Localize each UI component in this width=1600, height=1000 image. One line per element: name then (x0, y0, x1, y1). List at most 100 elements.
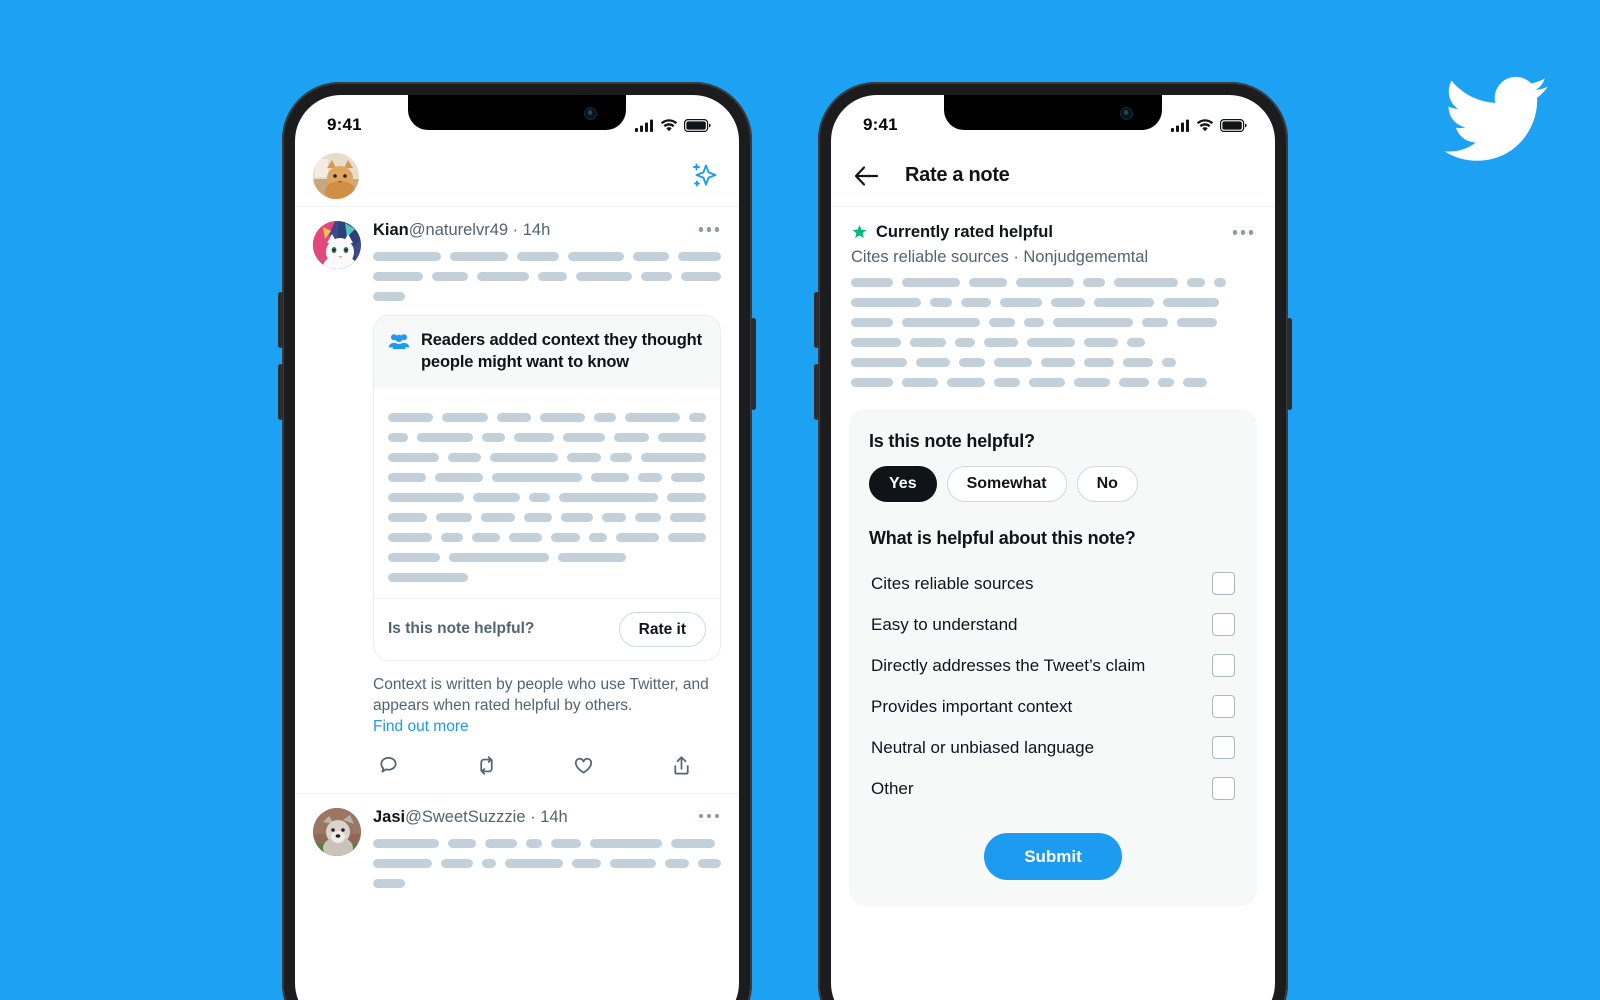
community-note-card[interactable]: Readers added context they thought peopl… (373, 314, 721, 662)
submit-button[interactable]: Submit (984, 833, 1122, 880)
checkbox-label: Directly addresses the Tweet’s claim (871, 655, 1146, 675)
power-button[interactable] (751, 318, 756, 410)
tweet-body: Jasi@SweetSuzzzie · 14h (373, 808, 721, 888)
note-header-title: Readers added context they thought peopl… (421, 330, 702, 371)
volume-down-button[interactable] (814, 364, 819, 420)
user-avatar-cat[interactable] (313, 152, 359, 199)
tweet-separator: · (525, 807, 541, 826)
checkbox-other[interactable] (1212, 777, 1235, 800)
share-icon[interactable] (670, 754, 693, 777)
volume-up-button[interactable] (814, 292, 819, 348)
notch (944, 95, 1162, 130)
tweet-body: Kian@naturelvr49 · 14h Readers added con… (373, 221, 722, 787)
checkbox-row[interactable]: Easy to understand (869, 604, 1237, 645)
app-header (295, 145, 739, 207)
checkbox-row[interactable]: Directly addresses the Tweet’s claim (869, 645, 1237, 686)
notch (408, 95, 626, 130)
tweet-meta: Jasi@SweetSuzzzie · 14h (373, 808, 568, 828)
rating-form-card: Is this note helpful? Yes Somewhat No Wh… (849, 409, 1257, 906)
tweet-item[interactable]: Kian@naturelvr49 · 14h Readers added con… (295, 207, 739, 793)
more-options-icon[interactable] (1231, 224, 1256, 241)
note-card-header: Readers added context they thought peopl… (374, 315, 720, 388)
skeleton-line (388, 552, 706, 562)
tweet-actions (373, 738, 721, 787)
front-camera (1121, 108, 1132, 119)
left-phone-screen: 9:41 Kian@naturelvr49 · 14h Readers adde… (295, 95, 739, 1000)
checkbox-row[interactable]: Cites reliable sources (869, 563, 1237, 604)
skeleton-line (373, 291, 721, 301)
signal-bars-icon (1171, 119, 1190, 132)
tweet-author-name[interactable]: Kian (373, 221, 409, 239)
wifi-icon (1196, 118, 1214, 132)
helpful-option-no[interactable]: No (1076, 466, 1138, 502)
volume-down-button[interactable] (278, 364, 283, 420)
left-phone-device: 9:41 Kian@naturelvr49 · 14h Readers adde… (278, 82, 756, 1000)
volume-up-button[interactable] (278, 292, 283, 348)
skeleton-line (388, 572, 706, 582)
battery-full-icon (684, 118, 711, 132)
community-people-icon (388, 332, 410, 350)
checkbox-provides-important-context[interactable] (1212, 695, 1235, 718)
skeleton-line (373, 858, 721, 868)
status-icons (635, 118, 711, 132)
tweet-author-handle[interactable]: @SweetSuzzzie (405, 808, 525, 826)
checkbox-cites-reliable-sources[interactable] (1212, 572, 1235, 595)
rated-status-row: Currently rated helpful (851, 223, 1255, 242)
more-options-icon[interactable] (697, 221, 722, 238)
page-title: Rate a note (905, 164, 1010, 186)
rate-it-button[interactable]: Rate it (618, 611, 706, 648)
skeleton-line (373, 878, 721, 888)
skeleton-line (388, 412, 706, 422)
like-heart-icon[interactable] (572, 754, 595, 777)
skeleton-line (851, 278, 1255, 287)
note-body (374, 388, 720, 598)
helpful-option-yes[interactable]: Yes (869, 466, 937, 502)
user-avatar-dog[interactable] (313, 807, 361, 856)
battery-full-icon (1220, 118, 1247, 132)
back-arrow-icon[interactable] (853, 163, 879, 189)
tweet-timestamp[interactable]: 14h (523, 221, 551, 239)
rated-status-group: Currently rated helpful (851, 223, 1053, 242)
skeleton-line (851, 378, 1255, 387)
checkbox-neutral-language[interactable] (1212, 736, 1235, 759)
skeleton-line (851, 358, 1255, 367)
checkbox-directly-addresses-claim[interactable] (1212, 654, 1235, 677)
tweet-author-handle[interactable]: @naturelvr49 (409, 221, 508, 239)
right-phone-screen: 9:41 Rate a note Currently rated helpful… (831, 95, 1275, 1000)
form-question-helpful: Is this note helpful? (869, 431, 1035, 451)
sparkles-icon[interactable] (685, 159, 719, 193)
tweet-author-name[interactable]: Jasi (373, 808, 405, 826)
signal-bars-icon (635, 119, 654, 132)
retweet-icon[interactable] (475, 754, 498, 777)
helpful-option-somewhat[interactable]: Somewhat (946, 466, 1067, 502)
more-options-icon[interactable] (697, 808, 722, 825)
status-time: 9:41 (327, 115, 362, 134)
tweet-item[interactable]: Jasi@SweetSuzzzie · 14h (295, 792, 739, 894)
find-out-more-link[interactable]: Find out more (373, 717, 721, 738)
note-disclaimer: Context is written by people who use Twi… (373, 675, 721, 738)
right-phone-device: 9:41 Rate a note Currently rated helpful… (814, 82, 1292, 1000)
front-camera (585, 108, 596, 119)
skeleton-line (373, 271, 722, 281)
skeleton-line (388, 432, 706, 442)
note-footer: Is this note helpful? Rate it (374, 597, 720, 660)
rate-note-header: Rate a note (831, 145, 1275, 207)
form-question-what-helpful: What is helpful about this note? (869, 528, 1136, 548)
tweet-header: Kian@naturelvr49 · 14h (373, 221, 721, 241)
tweet-text-skeleton (373, 251, 722, 301)
user-avatar-white-cat[interactable] (313, 221, 361, 269)
checkbox-label: Cites reliable sources (871, 573, 1034, 593)
power-button[interactable] (1287, 318, 1292, 410)
wifi-icon (660, 118, 678, 132)
checkbox-easy-to-understand[interactable] (1212, 613, 1235, 636)
checkbox-row[interactable]: Provides important context (869, 686, 1237, 727)
skeleton-line (388, 512, 707, 522)
checkbox-row[interactable]: Neutral or unbiased language (869, 727, 1237, 768)
checkbox-row[interactable]: Other (869, 768, 1237, 809)
status-badge: Currently rated helpful (876, 223, 1053, 241)
note-helpful-label: Is this note helpful? (388, 620, 535, 638)
reply-icon[interactable] (377, 754, 400, 777)
skeleton-line (388, 472, 706, 482)
tweet-timestamp[interactable]: 14h (540, 808, 568, 826)
star-icon (851, 224, 868, 241)
